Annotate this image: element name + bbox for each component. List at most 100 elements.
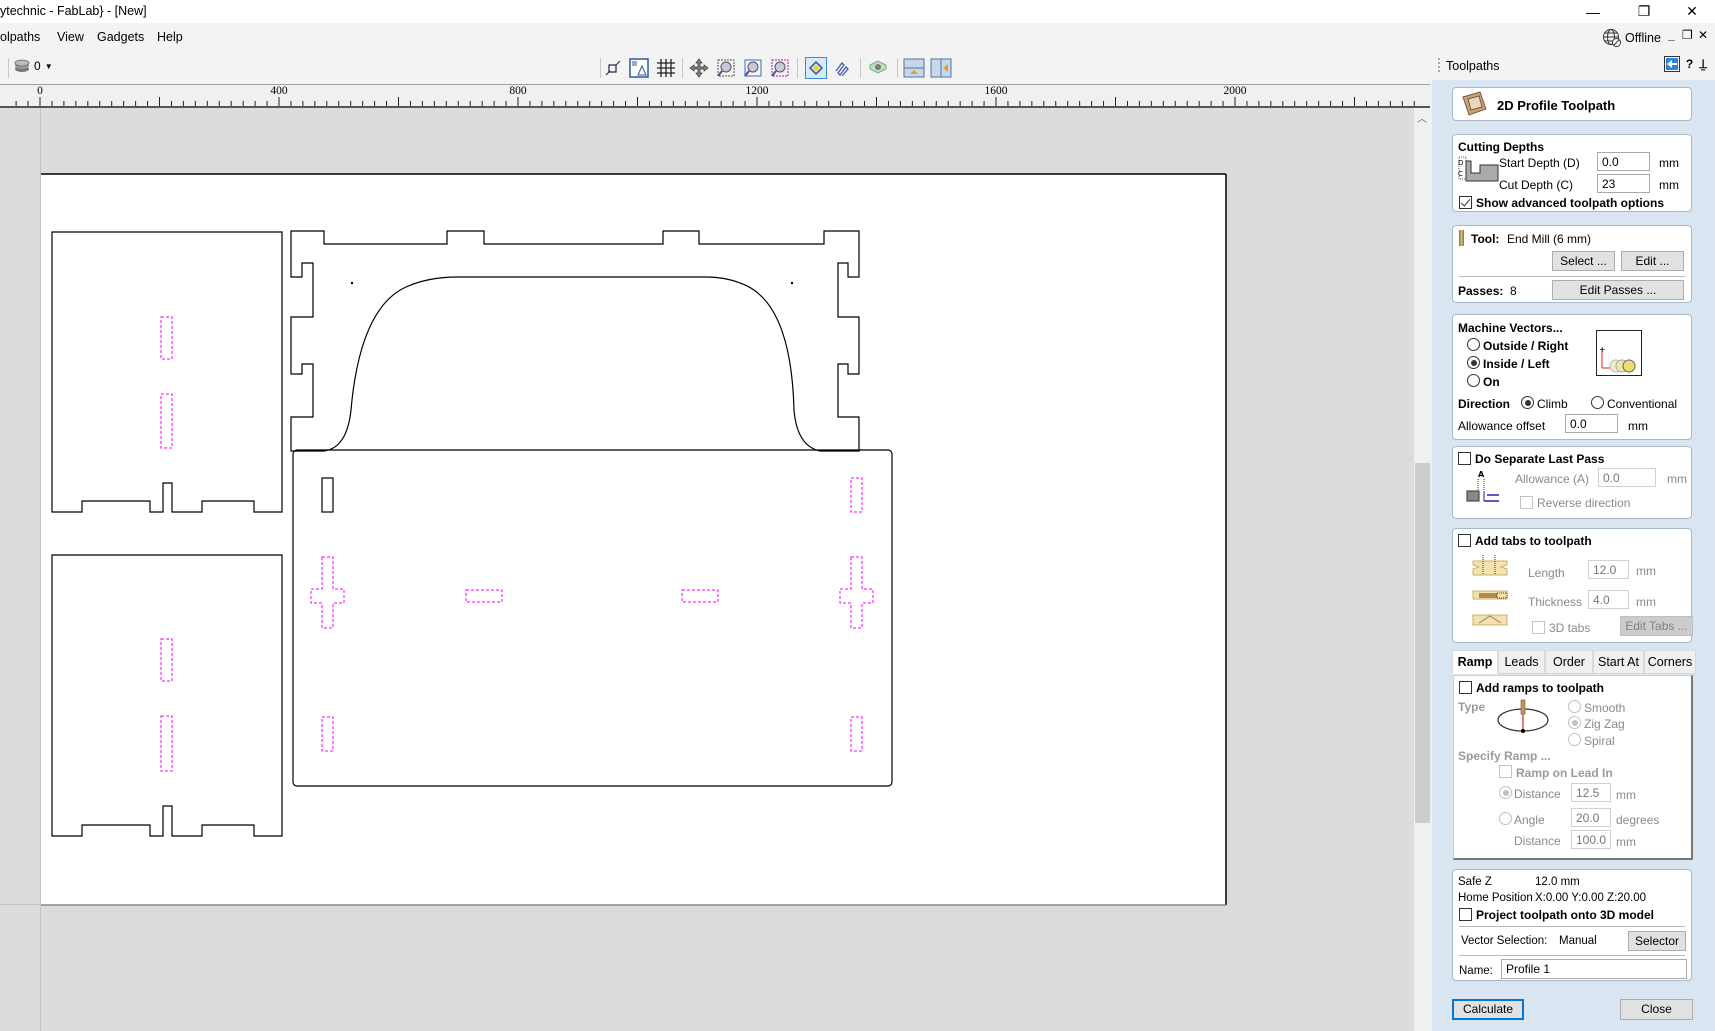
show-advanced-checkbox[interactable] — [1459, 196, 1472, 209]
drawing-workspace[interactable] — [0, 108, 1417, 1031]
dock-panel-icon[interactable] — [1663, 56, 1680, 72]
layer-dropdown[interactable]: 0 ▼ — [14, 59, 53, 73]
zoom-selected-icon[interactable] — [769, 57, 791, 79]
ramp-lead-in-label: Ramp on Lead In — [1516, 766, 1613, 780]
conventional-radio[interactable] — [1591, 396, 1604, 409]
add-tabs-checkbox[interactable] — [1458, 534, 1471, 547]
tab-length-label: Length — [1528, 566, 1565, 580]
outside-right-radio[interactable] — [1467, 338, 1480, 351]
mdi-close-button[interactable]: ✕ — [1698, 28, 1708, 42]
on-radio[interactable] — [1467, 374, 1480, 387]
ruler-ticks — [15, 97, 1415, 106]
tab-ramp[interactable]: Ramp — [1452, 650, 1498, 674]
cutting-depths-heading: Cutting Depths — [1458, 140, 1544, 154]
ramp-smooth-radio[interactable] — [1568, 700, 1581, 713]
mdi-minimize-button[interactable]: _ — [1668, 28, 1675, 42]
add-ramps-checkbox[interactable] — [1459, 681, 1472, 694]
minimize-button[interactable]: — — [1573, 0, 1613, 23]
inside-left-radio[interactable] — [1467, 356, 1480, 369]
ramp-distance-radio[interactable] — [1499, 786, 1512, 799]
menu-help[interactable]: Help — [157, 30, 183, 44]
passes-label: Passes: — [1458, 284, 1504, 298]
help-icon[interactable]: ? — [1686, 57, 1693, 71]
edit-tool-button[interactable]: Edit ... — [1621, 251, 1684, 271]
ramp-angle-radio[interactable] — [1499, 812, 1512, 825]
cut-depth-label: Cut Depth (C) — [1499, 178, 1574, 192]
pan-icon[interactable] — [688, 57, 710, 79]
tab-thickness-input[interactable] — [1588, 590, 1629, 609]
calculate-button[interactable]: Calculate — [1452, 999, 1524, 1020]
toolpath-name-input[interactable] — [1501, 959, 1687, 979]
pin-icon[interactable]: ⍊ — [1699, 56, 1707, 72]
start-depth-input[interactable] — [1597, 152, 1650, 171]
select-tool-button[interactable]: Select ... — [1552, 251, 1615, 271]
inside-left-label: Inside / Left — [1483, 357, 1550, 371]
toolpaths-panel: Toolpaths ? ⍊ 2D Profile Toolpath Cuttin… — [1432, 50, 1715, 1031]
menu-bar: olpaths View Gadgets Help Offline _ ❐ ✕ — [0, 23, 1715, 50]
ramp-distance-input[interactable] — [1571, 783, 1611, 802]
cut-depth-input[interactable] — [1597, 174, 1650, 193]
selector-button[interactable]: Selector ... — [1628, 931, 1686, 966]
climb-radio[interactable] — [1521, 396, 1534, 409]
tab-leads[interactable]: Leads — [1498, 650, 1545, 674]
tabs-illustration-icon — [1472, 555, 1508, 626]
menu-view[interactable]: View — [57, 30, 84, 44]
panel-grip[interactable] — [1438, 58, 1440, 72]
window-title: ytechnic - FabLab} - [New] — [0, 4, 147, 18]
passes-value: 8 — [1510, 284, 1517, 298]
edit-tabs-button[interactable]: Edit Tabs ... — [1620, 616, 1693, 636]
edit-passes-button[interactable]: Edit Passes ... — [1552, 280, 1684, 300]
reverse-direction-checkbox[interactable] — [1520, 496, 1533, 509]
3d-tabs-checkbox[interactable] — [1532, 621, 1545, 634]
tab-start-at[interactable]: Start At — [1593, 650, 1644, 674]
ramp-angle-input[interactable] — [1571, 808, 1611, 827]
show-advanced-label: Show advanced toolpath options — [1476, 196, 1665, 210]
view-toolbar: 0 ▼ — [0, 50, 1432, 84]
scroll-up-icon[interactable]: ︿ — [1417, 110, 1427, 125]
allowance-offset-input[interactable] — [1565, 414, 1618, 433]
ramp-spiral-radio[interactable] — [1568, 733, 1581, 746]
vertical-scrollbar[interactable]: ︿ — [1414, 108, 1431, 1031]
mdi-restore-button[interactable]: ❐ — [1682, 28, 1693, 42]
snap-icon[interactable] — [602, 57, 624, 79]
menu-gadgets[interactable]: Gadgets — [97, 30, 144, 44]
svg-text:D: D — [1458, 159, 1463, 167]
end-mill-icon — [1459, 230, 1464, 246]
climb-label: Climb — [1537, 397, 1568, 411]
close-panel-button[interactable]: Close — [1620, 999, 1693, 1020]
tab-length-input[interactable] — [1588, 560, 1629, 579]
restore-button[interactable]: ❐ — [1624, 0, 1664, 23]
ramp-preview-icon — [1497, 699, 1549, 733]
allowance-a-input[interactable] — [1598, 468, 1656, 487]
ramp-zigzag-radio[interactable] — [1568, 716, 1581, 729]
zoom-box-icon[interactable] — [715, 57, 737, 79]
horizontal-ruler: 0 400 800 1200 1600 2000 — [0, 84, 1430, 108]
3d-view-icon[interactable] — [867, 57, 889, 79]
project-toolpath-checkbox[interactable] — [1459, 908, 1472, 921]
layout-vertical-icon[interactable] — [930, 57, 952, 79]
grid-icon[interactable] — [655, 57, 677, 79]
last-pass-icon: A — [1466, 470, 1499, 502]
close-window-button[interactable]: ✕ — [1672, 0, 1712, 23]
online-status-label: Offline — [1625, 31, 1661, 45]
menu-toolpaths[interactable]: olpaths — [0, 30, 40, 44]
ramp-angle-distance-input[interactable] — [1571, 830, 1611, 849]
online-status[interactable]: Offline — [1602, 28, 1661, 48]
toolbar-separator — [860, 58, 861, 78]
vector-view-icon[interactable] — [805, 57, 827, 79]
zoom-fit-icon[interactable] — [742, 57, 764, 79]
ramp-lead-in-checkbox[interactable] — [1499, 765, 1512, 778]
document-dimensions-icon[interactable] — [628, 57, 650, 79]
drawing-canvas[interactable] — [0, 108, 1414, 1031]
layout-horizontal-icon[interactable] — [903, 57, 925, 79]
unit-label: mm — [1628, 419, 1648, 433]
tab-order[interactable]: Order — [1545, 650, 1593, 674]
divider — [1459, 276, 1685, 277]
scrollbar-thumb[interactable] — [1415, 463, 1430, 823]
tab-corners[interactable]: Corners — [1644, 650, 1696, 674]
svg-text:C: C — [1458, 170, 1463, 178]
toolpath-view-icon[interactable] — [832, 57, 854, 79]
separate-last-pass-checkbox[interactable] — [1458, 452, 1471, 465]
tool-section: Tool: End Mill (6 mm) Select ... Edit ..… — [1452, 225, 1692, 303]
profile-toolpath-icon — [1462, 91, 1487, 116]
